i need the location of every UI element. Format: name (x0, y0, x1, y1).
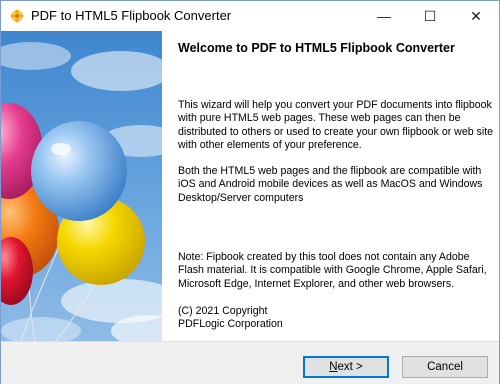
next-button-label: ext > (337, 361, 363, 373)
welcome-heading: Welcome to PDF to HTML5 Flipbook Convert… (178, 41, 455, 55)
note-paragraph: Note: Fipbook created by this tool does … (178, 251, 487, 290)
next-button[interactable]: Next > (303, 356, 389, 378)
copyright-block: (C) 2021 Copyright PDFLogic Corporation (178, 305, 496, 332)
minimize-button[interactable]: — (361, 1, 407, 31)
close-button[interactable]: ✕ (453, 1, 499, 31)
balloons-image (1, 31, 162, 341)
compatibility-paragraph: Both the HTML5 web pages and the flipboo… (178, 165, 483, 204)
app-flower-icon (10, 9, 24, 23)
title-bar[interactable]: PDF to HTML5 Flipbook Converter — ☐ ✕ (1, 1, 499, 31)
wizard-window: PDF to HTML5 Flipbook Converter — ☐ ✕ We… (0, 0, 500, 384)
cancel-button[interactable]: Cancel (402, 356, 488, 378)
maximize-button[interactable]: ☐ (407, 1, 453, 31)
welcome-panel: Welcome to PDF to HTML5 Flipbook Convert… (162, 31, 499, 341)
window-title: PDF to HTML5 Flipbook Converter (31, 8, 232, 23)
company-line: PDFLogic Corporation (178, 318, 283, 331)
intro-paragraph: This wizard will help you convert your P… (178, 99, 494, 151)
copyright-line: (C) 2021 Copyright (178, 305, 268, 317)
next-button-mnemonic: N (329, 361, 338, 373)
button-bar: Next > Cancel (1, 341, 499, 384)
